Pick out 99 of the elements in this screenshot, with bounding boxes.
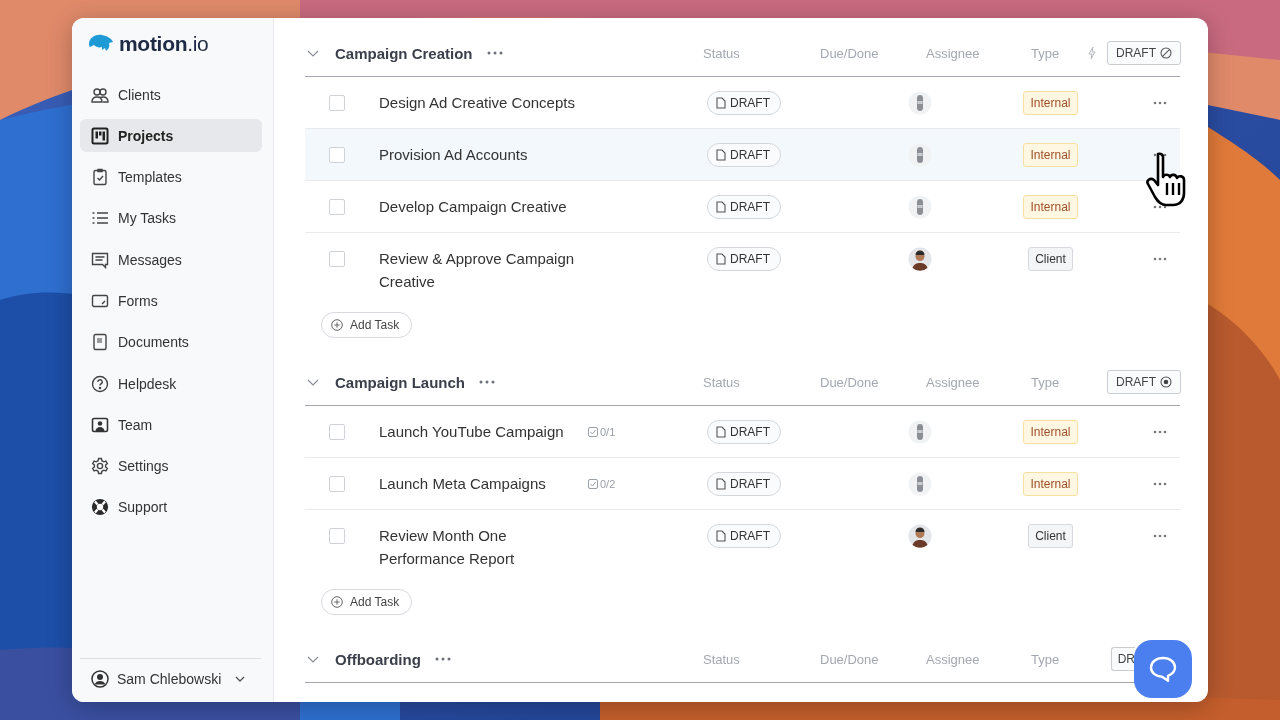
- column-header: Assignee: [925, 45, 981, 61]
- column-header: Type: [1030, 45, 1061, 61]
- logo-text: motion.io: [119, 32, 209, 56]
- type-tag: Client: [1028, 246, 1073, 271]
- checkbox[interactable]: [329, 475, 345, 492]
- task-row[interactable]: Review & Approve Campaign Creative DRAFT Client: [305, 233, 1180, 301]
- type-tag: Internal: [1023, 142, 1078, 167]
- chevron-down-icon[interactable]: [307, 378, 319, 386]
- type-tag: Internal: [1023, 471, 1078, 496]
- form-icon: [91, 292, 109, 310]
- column-header: Assignee: [925, 374, 981, 390]
- status-filter[interactable]: DR: [1110, 647, 1135, 671]
- task-name[interactable]: Launch Meta Campaigns: [379, 472, 584, 495]
- subtask-count: 0/1: [588, 425, 616, 438]
- column-header: Due/Done: [819, 374, 880, 390]
- plus-circle-icon: [331, 596, 343, 608]
- add-task-button[interactable]: Add Task: [321, 312, 413, 338]
- task-row[interactable]: Review Month One Performance Report DRAFT Client: [305, 510, 1180, 578]
- lightning-icon: [1087, 46, 1097, 60]
- checkbox[interactable]: [329, 423, 345, 440]
- status-badge[interactable]: DRAFT: [707, 419, 781, 444]
- task-name[interactable]: Provision Ad Accounts: [379, 143, 584, 166]
- column-header: Status: [703, 651, 741, 667]
- task-name[interactable]: Develop Campaign Creative: [379, 195, 584, 218]
- document-icon: [716, 200, 726, 213]
- document-icon: [716, 96, 726, 109]
- type-tag: Internal: [1023, 419, 1078, 444]
- type-tag: Internal: [1023, 90, 1078, 115]
- status-badge[interactable]: DRAFT: [707, 246, 781, 271]
- chat-button[interactable]: [1134, 640, 1192, 698]
- document-icon: [91, 333, 109, 352]
- people-icon: [91, 85, 109, 104]
- sidebar-item[interactable]: Settings: [80, 449, 262, 483]
- checkbox-icon: [588, 478, 598, 489]
- document-icon: [716, 477, 726, 490]
- no-entry-icon: [1160, 47, 1172, 59]
- status-badge[interactable]: DRAFT: [707, 194, 781, 219]
- radio-dot-icon: [1160, 376, 1172, 388]
- status-badge[interactable]: DRAFT: [707, 471, 781, 496]
- user-name: Sam Chlebowski: [117, 671, 222, 687]
- help-icon: [91, 374, 109, 393]
- status-filter[interactable]: DRAFT: [1107, 41, 1181, 65]
- section-title: Campaign Launch: [335, 373, 465, 391]
- sidebar-item[interactable]: Support: [80, 490, 262, 524]
- section-title: Offboarding: [335, 650, 421, 668]
- task-row[interactable]: Provision Ad Accounts DRAFT Internal: [305, 129, 1180, 181]
- document-icon: [716, 252, 726, 265]
- user-icon: [91, 670, 109, 688]
- sidebar-item[interactable]: Clients: [80, 78, 262, 111]
- sidebar-item[interactable]: Team: [80, 408, 262, 442]
- sidebar-item[interactable]: Documents: [80, 325, 262, 359]
- clipboard-check-icon: [91, 168, 109, 187]
- task-row[interactable]: Launch YouTube Campaign 0/1 DRAFT Internal: [305, 406, 1180, 458]
- sidebar-item[interactable]: Forms: [80, 284, 262, 318]
- document-icon: [716, 148, 726, 161]
- chevron-down-icon[interactable]: [307, 49, 319, 57]
- task-name[interactable]: Review Month One Performance Report: [379, 524, 584, 570]
- type-tag: Internal: [1023, 194, 1078, 219]
- chevron-down-icon: [235, 676, 246, 682]
- checkbox[interactable]: [329, 146, 345, 163]
- section-title: Campaign Creation: [335, 44, 473, 62]
- sidebar-item[interactable]: Messages: [80, 243, 262, 277]
- document-icon: [716, 529, 726, 542]
- task-name[interactable]: Design Ad Creative Concepts: [379, 91, 584, 114]
- column-header: Type: [1030, 651, 1061, 667]
- checkbox-icon: [588, 426, 598, 437]
- sidebar-item[interactable]: Helpdesk: [80, 367, 262, 401]
- checkbox[interactable]: [329, 250, 345, 267]
- task-name[interactable]: Launch YouTube Campaign: [379, 420, 584, 443]
- add-task-button[interactable]: Add Task: [321, 589, 413, 615]
- plus-circle-icon: [331, 319, 343, 331]
- task-row[interactable]: Launch Meta Campaigns 0/2 DRAFT Internal: [305, 458, 1180, 510]
- sidebar-item[interactable]: Projects: [80, 119, 262, 153]
- column-header: Type: [1030, 374, 1061, 390]
- column-header: Status: [703, 45, 741, 61]
- team-icon: [91, 415, 109, 434]
- lifebuoy-icon: [91, 498, 109, 517]
- sidebar-item[interactable]: Templates: [80, 160, 262, 194]
- task-name[interactable]: Review & Approve Campaign Creative: [379, 247, 584, 293]
- type-tag: Client: [1028, 523, 1073, 548]
- column-header: Due/Done: [819, 651, 880, 667]
- chevron-down-icon[interactable]: [307, 655, 319, 663]
- message-icon: [91, 250, 109, 269]
- status-badge[interactable]: DRAFT: [707, 90, 781, 115]
- checkbox[interactable]: [329, 94, 345, 111]
- column-header: Assignee: [925, 651, 981, 667]
- sidebar-item[interactable]: My Tasks: [80, 201, 262, 235]
- status-badge[interactable]: DRAFT: [707, 523, 781, 548]
- checkbox[interactable]: [329, 527, 345, 544]
- column-header: Status: [703, 374, 741, 390]
- subtask-count: 0/2: [588, 477, 616, 490]
- checkbox[interactable]: [329, 198, 345, 215]
- document-icon: [716, 425, 726, 438]
- board-icon: [91, 126, 109, 145]
- chat-icon: [1148, 655, 1178, 683]
- status-filter[interactable]: DRAFT: [1107, 370, 1181, 394]
- column-header: Due/Done: [819, 45, 880, 61]
- settings-icon: [91, 457, 109, 476]
- status-badge[interactable]: DRAFT: [707, 142, 781, 167]
